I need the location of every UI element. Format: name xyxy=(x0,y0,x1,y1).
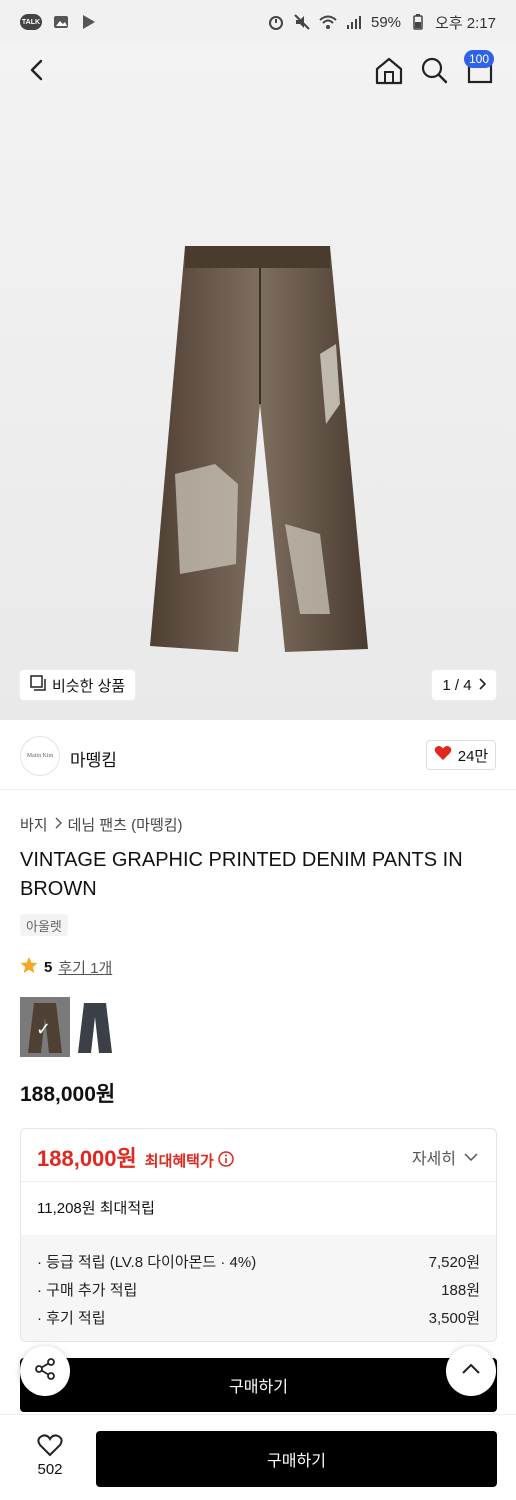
chevron-right-icon xyxy=(54,816,62,833)
accumulate-row: · 구매 추가 적립 188원 xyxy=(37,1279,480,1300)
accumulate-label: · 구매 추가 적립 xyxy=(37,1282,138,1299)
divider xyxy=(21,1181,496,1182)
max-benefit: 188,000원 최대혜택가 xyxy=(37,1141,234,1173)
similar-products-label: 비슷한 상품 xyxy=(52,677,126,695)
bottom-action-bar: 502 구매하기 xyxy=(0,1414,516,1500)
max-accumulate: 11,208원 최대적립 xyxy=(37,1200,155,1217)
breadcrumb-category[interactable]: 바지 xyxy=(20,814,48,835)
chevron-right-icon xyxy=(478,677,486,694)
play-store-icon xyxy=(80,14,98,30)
wishlist-count: 502 xyxy=(37,1461,63,1478)
star-icon xyxy=(20,956,38,978)
max-benefit-price: 188,000원 xyxy=(37,1146,137,1171)
accumulate-breakdown: · 등급 적립 (LV.8 다이아몬드 · 4%) 7,520원 · 구매 추가… xyxy=(21,1235,496,1341)
max-benefit-label-wrap: 최대혜택가 xyxy=(145,1150,234,1171)
share-icon xyxy=(33,1357,57,1386)
review-link[interactable]: 후기 1개 xyxy=(58,957,112,978)
home-icon[interactable] xyxy=(374,56,404,86)
product-image-carousel[interactable] xyxy=(0,44,516,720)
detail-label: 자세히 xyxy=(411,1151,456,1168)
color-options: ✓ xyxy=(20,997,120,1057)
mute-icon xyxy=(293,14,311,30)
color-option-black[interactable] xyxy=(70,997,120,1057)
share-button[interactable] xyxy=(20,1346,70,1396)
image-pager[interactable]: 1 / 4 xyxy=(432,670,496,700)
info-icon[interactable] xyxy=(218,1150,234,1171)
similar-icon xyxy=(30,675,46,695)
chevron-down-icon xyxy=(464,1148,478,1166)
back-arrow-icon[interactable] xyxy=(24,56,52,84)
brand-name[interactable]: 마뗑킴 xyxy=(70,746,117,771)
rating-row: 5 후기 1개 xyxy=(20,956,112,978)
accumulate-value: 3,500원 xyxy=(428,1310,480,1327)
similar-products-button[interactable]: 비슷한 상품 xyxy=(20,670,136,700)
max-benefit-label: 최대혜택가 xyxy=(144,1153,214,1170)
top-nav xyxy=(0,48,516,92)
chevron-up-icon xyxy=(461,1362,481,1380)
black-pants-thumbnail xyxy=(78,1003,112,1053)
product-price: 188,000원 xyxy=(20,1083,116,1106)
signal-icon xyxy=(345,14,363,30)
wishlist-button[interactable]: 502 xyxy=(28,1433,72,1478)
breadcrumb-subcategory[interactable]: 데님 팬츠 (마뗑킴) xyxy=(68,814,183,835)
accumulate-row: · 후기 적립 3,500원 xyxy=(37,1307,480,1328)
wifi-icon xyxy=(319,14,337,30)
accumulate-row: · 등급 적립 (LV.8 다이아몬드 · 4%) 7,520원 xyxy=(37,1251,480,1272)
kakaotalk-icon: TALK xyxy=(20,14,42,30)
status-bar: TALK 59% 오후 2:17 xyxy=(0,0,516,44)
accumulate-value: 188원 xyxy=(441,1282,480,1299)
battery-percent: 59% xyxy=(371,13,402,31)
buy-button-inline[interactable]: 구매하기 xyxy=(20,1358,497,1412)
heart-outline-icon xyxy=(37,1434,63,1461)
gallery-icon xyxy=(52,14,70,30)
color-option-brown[interactable]: ✓ xyxy=(20,997,70,1057)
accumulate-label: · 후기 적립 xyxy=(37,1310,106,1327)
clock: 오후 2:17 xyxy=(435,14,496,32)
heart-filled-icon xyxy=(434,745,452,765)
accumulate-label: · 등급 적립 (LV.8 다이아몬드 · 4%) xyxy=(37,1254,257,1271)
breadcrumb: 바지 데님 팬츠 (마뗑킴) xyxy=(20,814,183,835)
search-icon[interactable] xyxy=(420,56,448,84)
detail-toggle[interactable]: 자세히 xyxy=(412,1145,478,1169)
benefit-box: 188,000원 최대혜택가 자세히 11,208원 최대적립 · 등급 적립 … xyxy=(20,1128,497,1342)
brand-like-count: 24만 xyxy=(457,747,489,765)
alarm-icon xyxy=(267,14,285,30)
brand-row[interactable]: Matin Kim 마뗑킴 24만 xyxy=(0,720,516,790)
product-title: VINTAGE GRAPHIC PRINTED DENIM PANTS IN B… xyxy=(20,849,463,900)
battery-icon xyxy=(409,14,427,30)
checkmark-icon: ✓ xyxy=(36,1019,52,1039)
product-image xyxy=(150,246,368,652)
brand-logo[interactable]: Matin Kim xyxy=(20,736,60,776)
outlet-tag: 아울렛 xyxy=(20,914,68,936)
rating-score: 5 xyxy=(44,958,53,976)
accumulate-value: 7,520원 xyxy=(428,1254,480,1271)
cart-count-badge: 100 xyxy=(464,50,495,68)
brand-like-button[interactable]: 24만 xyxy=(426,740,496,770)
scroll-top-button[interactable] xyxy=(446,1346,496,1396)
pager-text: 1 / 4 xyxy=(442,676,472,694)
buy-button[interactable]: 구매하기 xyxy=(96,1431,497,1487)
